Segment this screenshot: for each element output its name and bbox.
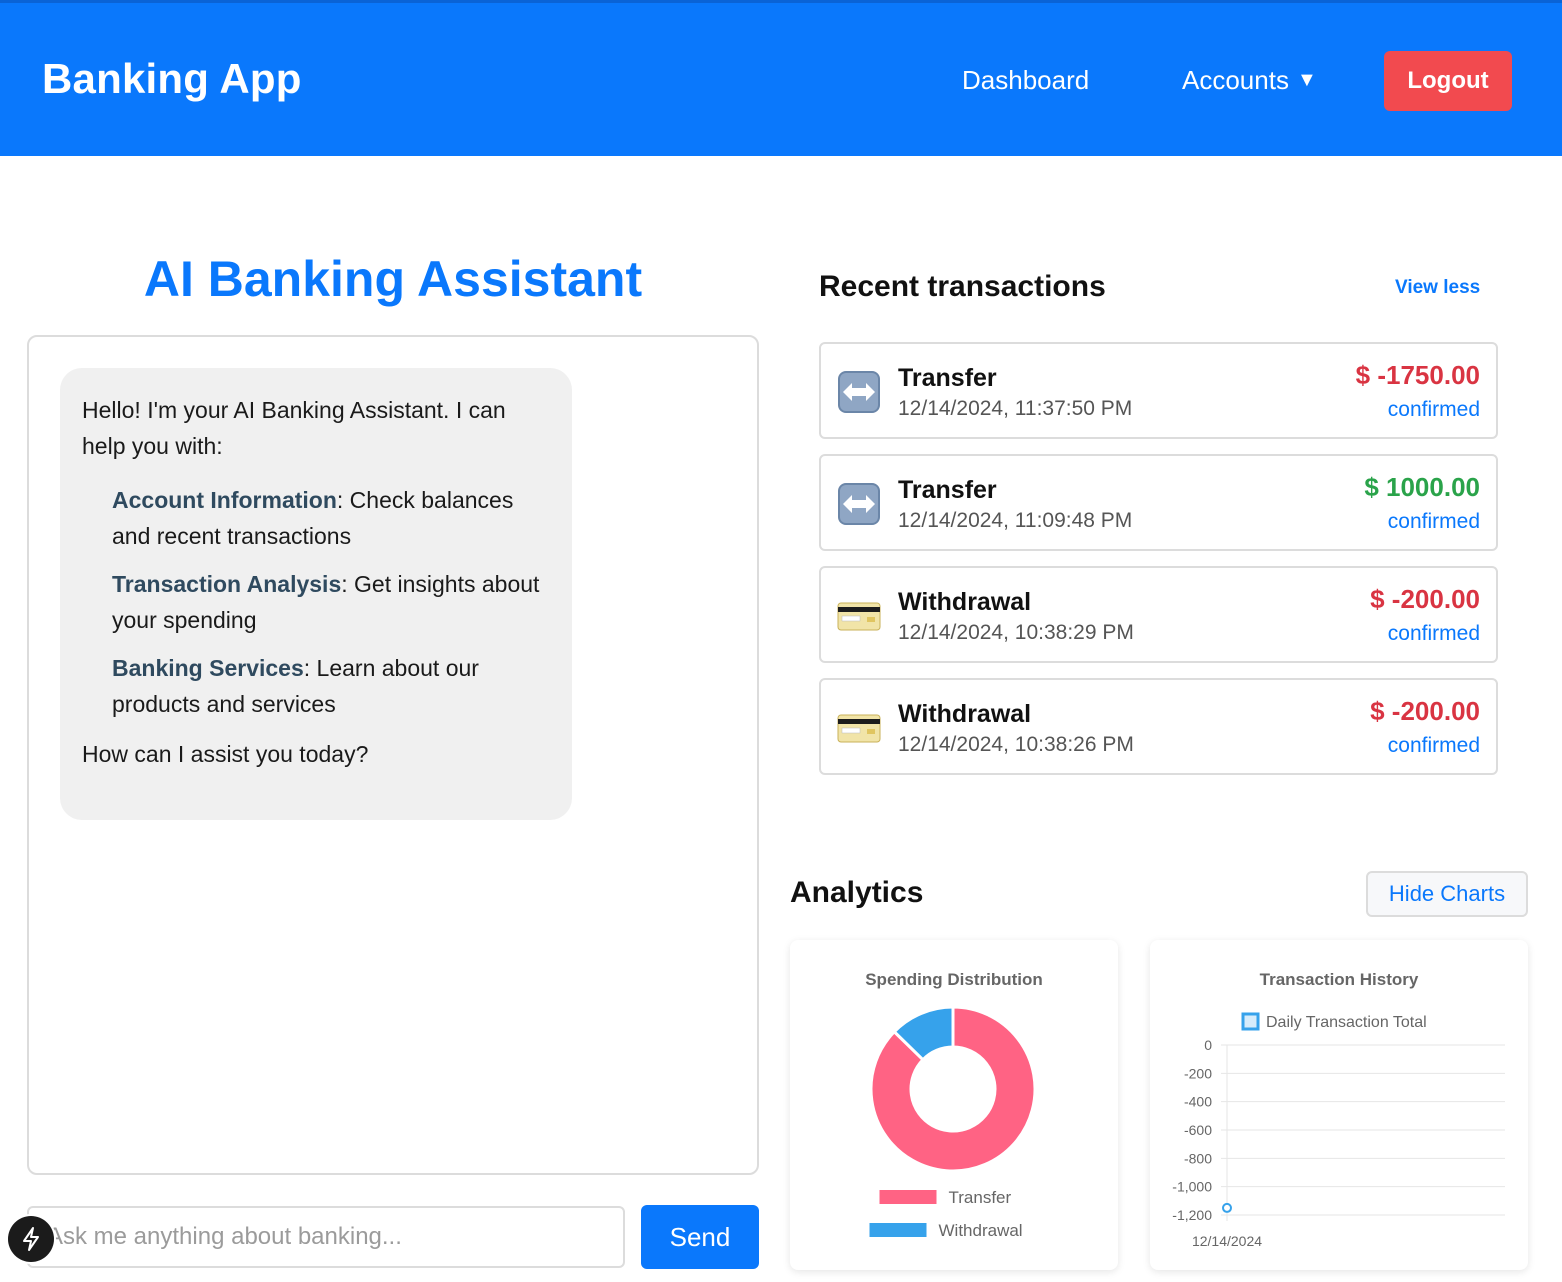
nav-accounts-label: Accounts [1182, 65, 1289, 95]
transfer-icon [838, 483, 880, 525]
credit-card-icon [837, 602, 881, 631]
y-tick-label: -600 [1184, 1122, 1212, 1138]
transaction-card[interactable]: Withdrawal 12/14/2024, 10:38:26 PM $ -20… [819, 678, 1498, 775]
legend-label: Transfer [949, 1188, 1012, 1207]
transaction-amount: $ -1750.00 [1355, 360, 1480, 390]
transaction-type: Transfer [898, 364, 997, 392]
legend-swatch [869, 1223, 927, 1237]
brand-title[interactable]: Banking App [42, 55, 302, 103]
y-tick-label: -200 [1184, 1065, 1212, 1081]
transaction-amount: $ 1000.00 [1364, 472, 1480, 502]
bolt-icon[interactable] [8, 1216, 54, 1262]
legend-label: Daily Transaction Total [1266, 1014, 1427, 1031]
view-less-link[interactable]: View less [1395, 277, 1480, 299]
send-button[interactable]: Send [641, 1205, 759, 1269]
transaction-amount: $ -200.00 [1370, 696, 1480, 726]
transaction-type: Transfer [898, 476, 997, 504]
nav-accounts-dropdown[interactable]: Accounts ▼ [1182, 65, 1317, 96]
transaction-status: confirmed [1387, 398, 1480, 421]
y-tick-label: -1,200 [1172, 1207, 1212, 1223]
capability-list: Account Information: Check balances and … [112, 482, 550, 722]
capability-term: Banking Services [112, 655, 304, 681]
transaction-type: Withdrawal [898, 588, 1032, 616]
top-navbar: Banking App Dashboard Accounts ▼ Logout [0, 0, 1562, 156]
capability-item: Transaction Analysis: Get insights about… [112, 566, 550, 638]
credit-card-icon [837, 714, 881, 743]
transactions-title: Recent transactions [819, 270, 1106, 303]
chevron-down-icon: ▼ [1296, 69, 1317, 91]
transaction-card[interactable]: Transfer 12/14/2024, 11:09:48 PM $ 1000.… [819, 454, 1498, 551]
capability-term: Transaction Analysis [112, 571, 342, 597]
capability-item: Banking Services: Learn about our produc… [112, 650, 550, 722]
chat-panel: Hello! I'm your AI Banking Assistant. I … [27, 335, 759, 1175]
transaction-time: 12/14/2024, 10:38:26 PM [898, 733, 1134, 756]
transaction-status: confirmed [1387, 510, 1480, 533]
y-tick-label: -1,000 [1172, 1179, 1212, 1195]
assistant-message-bubble: Hello! I'm your AI Banking Assistant. I … [60, 368, 572, 820]
transaction-history-card: Transaction History 0 -200 -400 -600 -800 -1,… [1150, 940, 1528, 1270]
transaction-status: confirmed [1387, 622, 1480, 645]
assistant-closing: How can I assist you today? [82, 741, 369, 767]
legend-label: Withdrawal [939, 1221, 1023, 1240]
x-tick-label: 12/14/2024 [1192, 1233, 1262, 1249]
legend-swatch [1241, 1012, 1260, 1031]
transaction-amount: $ -200.00 [1370, 584, 1480, 614]
y-tick-label: -800 [1184, 1150, 1212, 1166]
capability-term: Account Information [112, 487, 337, 513]
transaction-card[interactable]: Withdrawal 12/14/2024, 10:38:29 PM $ -20… [819, 566, 1498, 663]
transaction-card[interactable]: Transfer 12/14/2024, 11:37:50 PM $ -1750… [819, 342, 1498, 439]
transaction-type: Withdrawal [898, 700, 1032, 728]
transaction-time: 12/14/2024, 10:38:29 PM [898, 621, 1134, 644]
assistant-title: AI Banking Assistant [143, 251, 643, 307]
transfer-icon [838, 371, 880, 413]
hide-charts-button[interactable]: Hide Charts [1366, 871, 1528, 917]
data-point [1222, 1202, 1232, 1213]
legend-swatch [879, 1190, 937, 1204]
capability-item: Account Information: Check balances and … [112, 482, 550, 554]
nav-dashboard-link[interactable]: Dashboard [962, 65, 1089, 96]
transaction-time: 12/14/2024, 11:37:50 PM [898, 397, 1133, 420]
y-tick-label: 0 [1204, 1037, 1212, 1053]
spending-distribution-card: Spending Distribution Transfer Withdrawal [790, 940, 1118, 1270]
spending-donut-chart: Transfer Withdrawal [869, 1005, 1037, 1240]
analytics-title: Analytics [790, 876, 924, 909]
assistant-intro: Hello! I'm your AI Banking Assistant. I … [82, 397, 506, 459]
transaction-status: confirmed [1387, 734, 1480, 757]
transaction-time: 12/14/2024, 11:09:48 PM [898, 509, 1133, 532]
logout-button[interactable]: Logout [1384, 51, 1512, 111]
transaction-history-chart: 0 -200 -400 -600 -800 -1,000 -1,200 12/14/2024 D… [1172, 1012, 1505, 1249]
chat-input[interactable] [27, 1206, 625, 1268]
y-tick-label: -400 [1184, 1094, 1212, 1110]
